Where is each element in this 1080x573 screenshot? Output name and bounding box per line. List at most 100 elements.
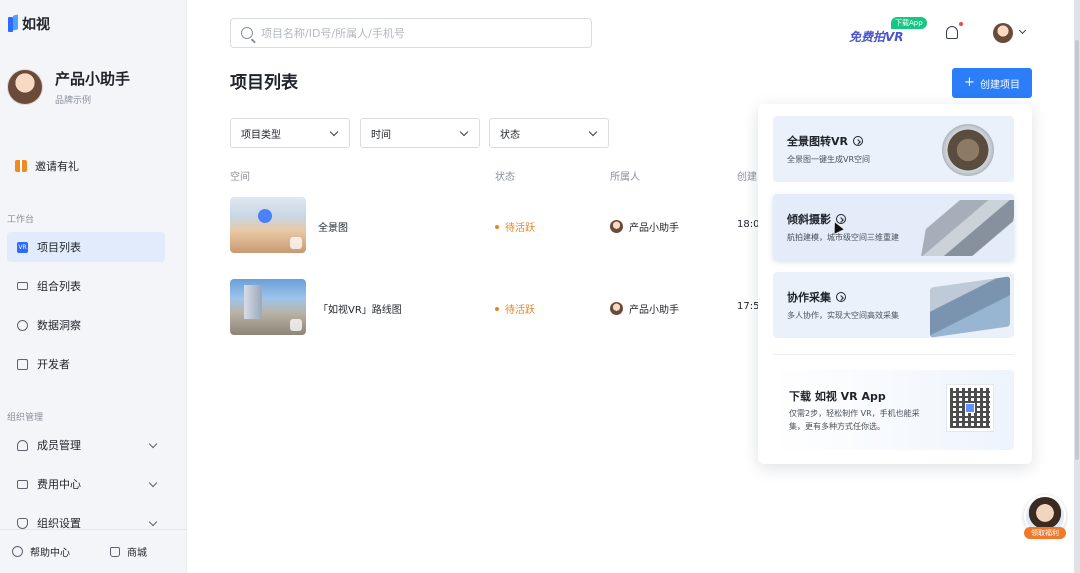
search-bar[interactable] [230, 18, 592, 48]
profile[interactable]: 产品小助手 品牌示例 [7, 68, 130, 106]
profile-name: 产品小助手 [55, 70, 131, 88]
filter-time[interactable]: 时间 [360, 118, 480, 148]
sidebar-item-combos[interactable]: 组合列表 [7, 271, 165, 301]
invite-link[interactable]: 邀请有礼 [15, 158, 79, 174]
sidebar-item-label: 数据洞察 [37, 319, 81, 332]
section-label-workspace: 工作台 [7, 215, 35, 225]
qr-logo-icon [965, 403, 975, 413]
scrollbar-thumb[interactable] [1075, 40, 1079, 460]
filter-label: 时间 [371, 129, 391, 141]
chevron-down-icon[interactable] [1018, 26, 1027, 35]
project-name[interactable]: 「如视VR」路线图 [318, 301, 402, 316]
download-app-card: 下载 如视 VR App 仅需2步，轻松制作 VR，手机也能采集，更有多种方式任… [773, 370, 1014, 450]
create-project-button[interactable]: + 创建项目 [952, 68, 1032, 98]
pie-icon [17, 319, 28, 331]
filter-label: 项目类型 [241, 129, 281, 141]
chevron-down-icon [148, 517, 158, 527]
sidebar-item-insights[interactable]: 数据洞察 [7, 310, 165, 340]
card-title: 全景图转VR [787, 133, 863, 149]
logo-icon [8, 15, 18, 33]
project-name[interactable]: 全景图 [318, 219, 348, 234]
card-desc: 全景图一键生成VR空间 [787, 155, 871, 164]
status-badge: 待活跃 [495, 301, 535, 316]
menu-item-collab-capture[interactable]: 协作采集 多人协作，实现大空间高效采集 [773, 272, 1014, 338]
help-label: 帮助中心 [30, 548, 70, 559]
filter-project-type[interactable]: 项目类型 [230, 118, 350, 148]
sidebar-footer: 帮助中心 商城 [0, 529, 187, 573]
thumbnail-image [244, 285, 262, 319]
qr-code [946, 384, 994, 432]
vr-icon: VR [17, 241, 28, 253]
owner-name: 产品小助手 [629, 305, 679, 316]
avatar [610, 220, 623, 233]
sidebar-item-billing[interactable]: 费用中心 [7, 469, 165, 499]
project-thumbnail[interactable] [230, 279, 306, 335]
sidebar: 如视 产品小助手 品牌示例 邀请有礼 工作台 VR 项目列表 组合列表 数据洞察… [0, 0, 187, 573]
logo-text: 如视 [22, 17, 50, 33]
search-input[interactable] [261, 26, 581, 40]
card-title-text: 全景图转VR [787, 135, 848, 148]
status-dot [495, 306, 499, 311]
chevron-down-icon [459, 127, 469, 137]
gift-icon [15, 160, 27, 172]
invite-label: 邀请有礼 [35, 160, 79, 173]
column-header-owner: 所属人 [610, 172, 640, 183]
card-desc: 多人协作，实现大空间高效采集 [787, 311, 899, 320]
help-icon [12, 546, 23, 557]
avatar [610, 302, 623, 315]
code-icon [17, 358, 28, 370]
project-thumbnail[interactable] [230, 197, 306, 253]
sidebar-item-projects[interactable]: VR 项目列表 [7, 232, 165, 262]
status-dot [495, 224, 499, 229]
created-time: 17:5 [737, 301, 760, 312]
assistant-badge[interactable]: 领取福利 [1024, 527, 1066, 539]
thumbnail-image [258, 209, 272, 223]
user-avatar[interactable] [993, 23, 1013, 43]
plus-icon: + [964, 75, 975, 90]
status-text: 待活跃 [505, 223, 535, 234]
created-time: 18:0 [737, 219, 760, 230]
vr-promo[interactable]: 免费拍VR 下载App [849, 17, 931, 46]
shop-link[interactable]: 商城 [110, 544, 147, 559]
users-icon [17, 439, 28, 451]
column-header-created: 创建 [737, 172, 757, 183]
menu-item-pano-to-vr[interactable]: 全景图转VR 全景图一键生成VR空间 [773, 116, 1014, 182]
profile-subtitle: 品牌示例 [55, 96, 92, 106]
owner-name: 产品小助手 [629, 223, 679, 234]
sidebar-item-label: 费用中心 [37, 478, 81, 491]
divider [773, 354, 1014, 355]
sidebar-item-label: 项目列表 [37, 241, 81, 254]
section-label-org: 组织管理 [7, 413, 44, 423]
wallet-icon [17, 479, 28, 489]
arrow-right-circle-icon [852, 136, 863, 146]
card-title-text: 倾斜摄影 [787, 213, 831, 226]
panorama-badge-icon [290, 237, 302, 249]
arrow-right-circle-icon [836, 292, 846, 302]
sidebar-item-label: 组合列表 [37, 280, 81, 293]
card-title-text: 协作采集 [787, 291, 831, 304]
app-desc: 仅需2步，轻松制作 VR，手机也能采集，更有多种方式任你选。 [789, 409, 920, 431]
card-title: 协作采集 [787, 289, 846, 305]
vr-promo-text: 免费拍VR [849, 30, 904, 44]
chevron-down-icon [329, 127, 339, 137]
notification-dot [959, 22, 963, 26]
create-project-menu: 全景图转VR 全景图一键生成VR空间 倾斜摄影 航拍建模，城市级空间三维重建 协… [758, 104, 1032, 464]
sidebar-item-members[interactable]: 成员管理 [7, 430, 165, 460]
page-title: 项目列表 [230, 73, 298, 93]
filter-status[interactable]: 状态 [489, 118, 609, 148]
sidebar-item-label: 成员管理 [37, 439, 81, 452]
stack-icon [17, 282, 28, 290]
sidebar-item-label: 开发者 [37, 358, 70, 371]
owner: 产品小助手 [610, 301, 679, 316]
menu-item-oblique-photography[interactable]: 倾斜摄影 航拍建模，城市级空间三维重建 [773, 194, 1014, 260]
shield-icon [17, 517, 28, 529]
help-center-link[interactable]: 帮助中心 [12, 544, 70, 559]
sidebar-item-developer[interactable]: 开发者 [7, 349, 165, 379]
logo[interactable]: 如视 [8, 14, 50, 34]
shop-label: 商城 [127, 548, 147, 559]
city-model-image [921, 200, 1014, 256]
status-badge: 待活跃 [495, 219, 535, 234]
chevron-down-icon [148, 439, 158, 449]
bell-icon[interactable] [946, 26, 958, 39]
chevron-down-icon [148, 478, 158, 488]
